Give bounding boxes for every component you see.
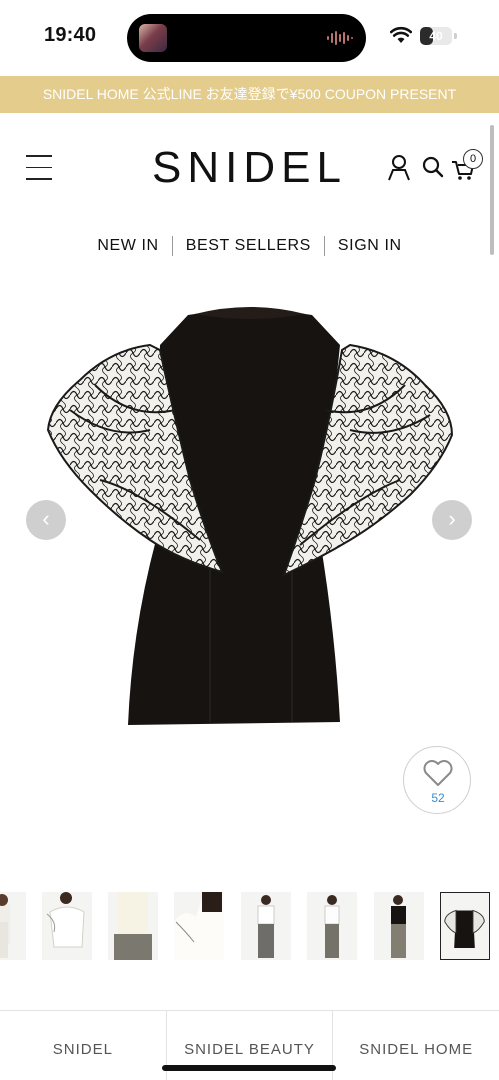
tab-snidel[interactable]: SNIDEL bbox=[0, 1011, 167, 1080]
favorite-count: 52 bbox=[431, 791, 445, 805]
audio-waveform-icon bbox=[327, 31, 353, 45]
favorite-button[interactable]: 52 bbox=[403, 746, 471, 814]
nav-best-sellers-link[interactable]: BEST SELLERS bbox=[173, 237, 324, 255]
home-indicator[interactable] bbox=[162, 1065, 336, 1071]
dynamic-island[interactable] bbox=[127, 14, 366, 62]
thumbnail-2[interactable] bbox=[42, 892, 92, 960]
now-playing-thumbnail-icon bbox=[139, 24, 167, 52]
thumbnail-strip bbox=[0, 892, 499, 960]
gallery-prev-button[interactable]: ‹ bbox=[26, 500, 66, 540]
thumbnail-4[interactable] bbox=[174, 892, 224, 960]
cart-count-badge: 0 bbox=[463, 149, 483, 169]
status-bar: 19:40 40 bbox=[0, 0, 499, 76]
product-image-gallery[interactable]: ‹ › bbox=[0, 290, 499, 750]
product-image bbox=[46, 307, 454, 725]
thumbnail-5[interactable] bbox=[241, 892, 291, 960]
gallery-next-button[interactable]: › bbox=[432, 500, 472, 540]
search-icon[interactable] bbox=[420, 153, 446, 181]
clock: 19:40 bbox=[44, 24, 97, 46]
nav-sign-in-link[interactable]: SIGN IN bbox=[325, 237, 415, 255]
wifi-icon bbox=[390, 26, 412, 43]
tab-snidel-home[interactable]: SNIDEL HOME bbox=[333, 1011, 499, 1080]
thumbnail-3[interactable] bbox=[108, 892, 158, 960]
user-icon[interactable] bbox=[386, 153, 412, 181]
site-header: SNIDEL 0 bbox=[0, 113, 499, 255]
nav-new-in-link[interactable]: NEW IN bbox=[84, 237, 171, 255]
thumbnail-8[interactable] bbox=[440, 892, 490, 960]
battery-level: 40 bbox=[429, 29, 443, 43]
thumbnail-6[interactable] bbox=[307, 892, 357, 960]
thumbnail-7[interactable] bbox=[374, 892, 424, 960]
battery-icon: 40 bbox=[420, 27, 452, 45]
header-nav: NEW IN BEST SELLERS SIGN IN bbox=[0, 232, 499, 260]
promo-banner[interactable]: SNIDEL HOME 公式LINE お友達登録で¥500 COUPON PRE… bbox=[0, 76, 499, 113]
battery-tip bbox=[454, 33, 457, 39]
heart-icon bbox=[423, 760, 453, 786]
thumbnail-1[interactable] bbox=[0, 892, 26, 960]
